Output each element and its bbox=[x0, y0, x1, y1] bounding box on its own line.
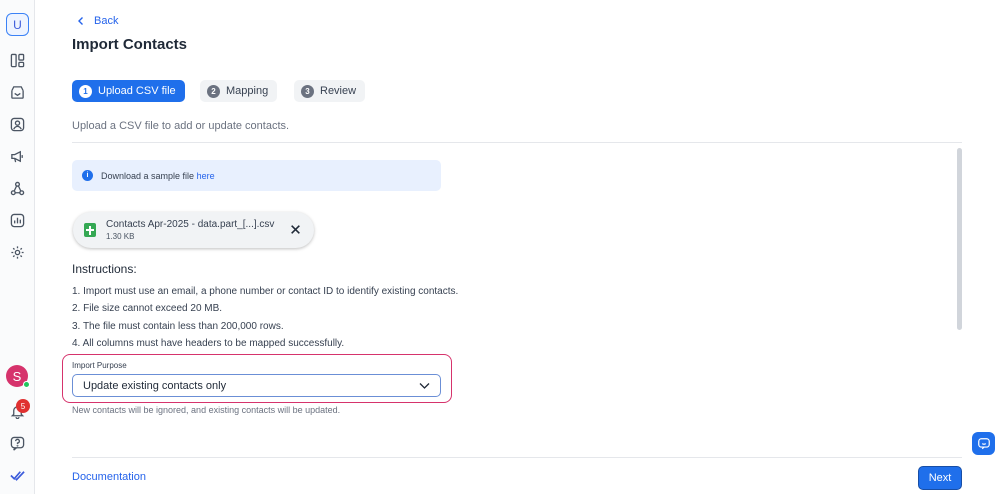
sidebar: U S 5 bbox=[0, 0, 35, 494]
list-item: 4. All columns must have headers to be m… bbox=[72, 337, 345, 349]
scrollbar[interactable] bbox=[957, 148, 962, 330]
chat-support-button[interactable] bbox=[972, 432, 995, 455]
sample-file-info: i Download a sample file here bbox=[72, 160, 441, 191]
step-upload-csv[interactable]: 1 Upload CSV file bbox=[72, 80, 185, 102]
sample-file-link[interactable]: here bbox=[197, 171, 215, 181]
file-name: Contacts Apr-2025 - data.part_[...].csv bbox=[106, 219, 275, 230]
step-number: 3 bbox=[301, 84, 314, 98]
page-subtitle: Upload a CSV file to add or update conta… bbox=[72, 120, 290, 132]
back-label: Back bbox=[94, 15, 119, 27]
contacts-icon[interactable] bbox=[7, 114, 27, 134]
reports-icon[interactable] bbox=[7, 210, 27, 230]
import-purpose-value: Update existing contacts only bbox=[83, 379, 227, 392]
sample-file-text: Download a sample file here bbox=[101, 170, 215, 181]
chevron-left-icon bbox=[78, 17, 83, 25]
step-mapping[interactable]: 2 Mapping bbox=[200, 80, 278, 102]
list-item: 3. The file must contain less than 200,0… bbox=[72, 320, 284, 332]
step-review[interactable]: 3 Review bbox=[294, 80, 366, 102]
notification-badge: 5 bbox=[16, 399, 30, 413]
import-purpose-label: Import Purpose bbox=[72, 361, 127, 370]
next-button[interactable]: Next bbox=[918, 466, 962, 490]
list-item: 2. File size cannot exceed 20 MB. bbox=[72, 303, 223, 315]
step-number: 2 bbox=[207, 84, 220, 98]
file-size: 1.30 KB bbox=[106, 232, 135, 241]
instructions-list: 1. Import must use an email, a phone num… bbox=[72, 286, 458, 355]
spreadsheet-icon bbox=[84, 223, 96, 237]
online-status-dot bbox=[23, 381, 30, 388]
workspace-logo[interactable]: U bbox=[6, 13, 29, 36]
list-item: 1. Import must use an email, a phone num… bbox=[72, 286, 459, 297]
step-label: Review bbox=[320, 85, 357, 97]
workflow-icon[interactable] bbox=[7, 178, 27, 198]
back-link[interactable]: Back bbox=[76, 15, 118, 27]
footer-divider bbox=[72, 457, 962, 458]
close-icon[interactable] bbox=[290, 224, 301, 235]
import-purpose-helper: New contacts will be ignored, and existi… bbox=[72, 405, 341, 415]
page-title: Import Contacts bbox=[72, 36, 188, 53]
uploaded-file-chip: Contacts Apr-2025 - data.part_[...].csv … bbox=[73, 212, 314, 248]
help-icon[interactable] bbox=[7, 433, 27, 453]
documentation-link[interactable]: Documentation bbox=[72, 471, 146, 483]
double-check-logo-icon bbox=[7, 465, 27, 485]
divider bbox=[72, 142, 962, 143]
inbox-icon[interactable] bbox=[7, 82, 27, 102]
chevron-down-icon bbox=[419, 383, 430, 389]
step-number: 1 bbox=[79, 84, 92, 98]
megaphone-icon[interactable] bbox=[7, 146, 27, 166]
import-purpose-select[interactable]: Update existing contacts only bbox=[72, 374, 441, 397]
chat-icon bbox=[977, 437, 990, 449]
info-icon: i bbox=[82, 170, 93, 181]
layout-icon[interactable] bbox=[7, 50, 27, 70]
gear-icon[interactable] bbox=[7, 242, 27, 262]
step-label: Upload CSV file bbox=[98, 85, 176, 97]
instructions-title: Instructions: bbox=[72, 262, 137, 276]
step-label: Mapping bbox=[226, 85, 269, 97]
